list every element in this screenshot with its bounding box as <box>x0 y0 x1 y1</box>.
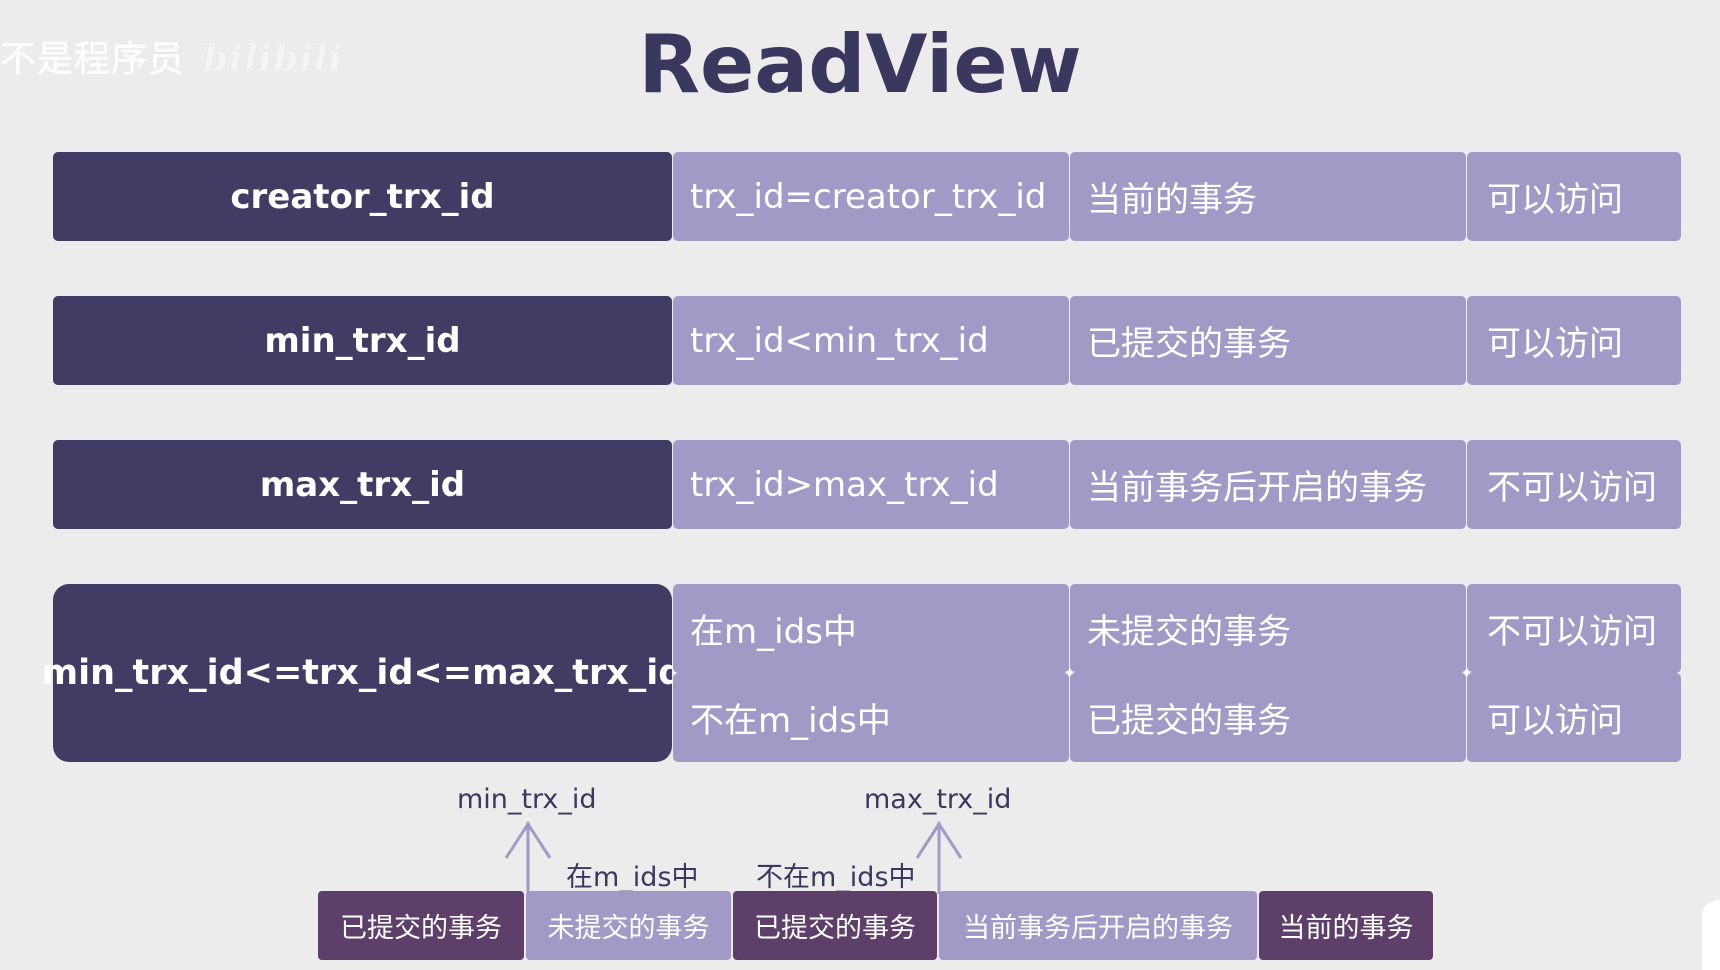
cell-junction-icon: ✦ <box>1461 665 1473 681</box>
row-description: 当前事务后开启的事务 <box>1070 440 1466 529</box>
row-access: 可以访问 <box>1467 673 1681 762</box>
row-access: 可以访问 <box>1467 152 1681 241</box>
range-subrow-in: 在m_ids中 未提交的事务 不可以访问 <box>673 584 1681 673</box>
timeline-segment: 未提交的事务 <box>526 891 731 960</box>
range-subrow-not-in: 不在m_ids中 已提交的事务 可以访问 <box>673 673 1681 762</box>
row-description: 已提交的事务 <box>1070 673 1466 762</box>
row-condition: trx_id>max_trx_id <box>673 440 1069 529</box>
row-key: creator_trx_id <box>53 152 672 241</box>
row-key: max_trx_id <box>53 440 672 529</box>
row-access: 不可以访问 <box>1467 440 1681 529</box>
not-in-mids-label: 不在m_ids中 <box>756 862 916 893</box>
marker-max-label: max_trx_id <box>864 784 1012 815</box>
corner-overlay <box>1702 900 1720 970</box>
readview-row-min: min_trx_id trx_id<min_trx_id 已提交的事务 可以访问 <box>53 296 1681 385</box>
timeline-segment: 当前的事务 <box>1259 891 1433 960</box>
max-marker-arrow-icon <box>915 821 963 894</box>
min-marker-arrow-icon <box>504 821 552 894</box>
row-condition: 在m_ids中 <box>673 584 1069 673</box>
readview-row-creator: creator_trx_id trx_id=creator_trx_id 当前的… <box>53 152 1681 241</box>
transaction-timeline: 已提交的事务 未提交的事务 已提交的事务 当前事务后开启的事务 当前的事务 <box>318 891 1433 960</box>
timeline-segment: 已提交的事务 <box>318 891 524 960</box>
readview-row-range: min_trx_id<=trx_id<=max_trx_id 在m_ids中 未… <box>42 584 1681 762</box>
timeline-segment: 已提交的事务 <box>733 891 937 960</box>
cell-junction-icon: ✦ <box>1064 665 1076 681</box>
readview-row-max: max_trx_id trx_id>max_trx_id 当前事务后开启的事务 … <box>53 440 1681 529</box>
row-condition: trx_id=creator_trx_id <box>673 152 1069 241</box>
marker-min-label: min_trx_id <box>457 784 597 815</box>
timeline-segment: 当前事务后开启的事务 <box>939 891 1257 960</box>
row-access: 可以访问 <box>1467 296 1681 385</box>
row-description: 已提交的事务 <box>1070 296 1466 385</box>
row-key: min_trx_id <box>53 296 672 385</box>
row-description: 未提交的事务 <box>1070 584 1466 673</box>
in-mids-label: 在m_ids中 <box>566 862 699 893</box>
row-access: 不可以访问 <box>1467 584 1681 673</box>
page-title: ReadView <box>638 18 1082 111</box>
row-description: 当前的事务 <box>1070 152 1466 241</box>
row-condition: trx_id<min_trx_id <box>673 296 1069 385</box>
row-key: min_trx_id<=trx_id<=max_trx_id <box>42 584 683 762</box>
row-condition: 不在m_ids中 <box>673 673 1069 762</box>
